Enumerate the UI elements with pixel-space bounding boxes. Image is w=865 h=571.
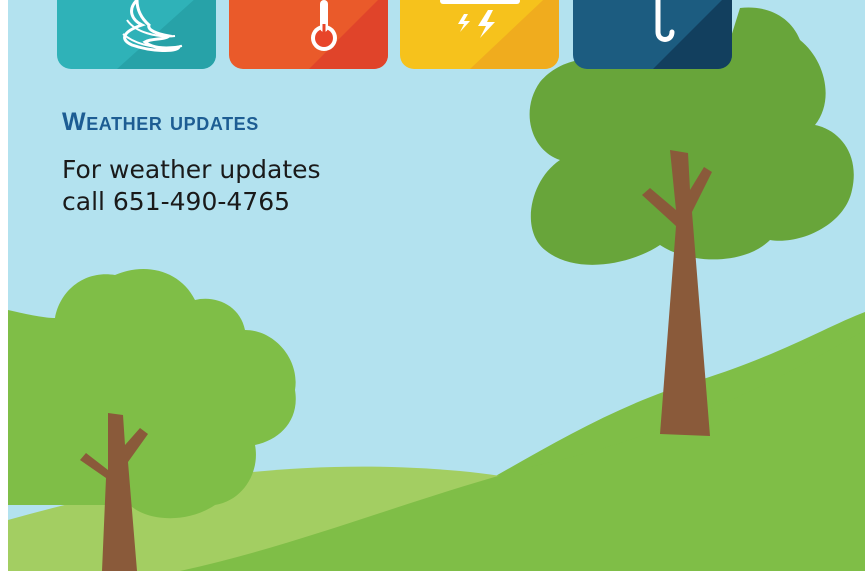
section-heading: Weather updates xyxy=(62,108,259,136)
info-line-phone: call 651-490-4765 xyxy=(62,187,291,216)
info-line-1: For weather updates xyxy=(62,155,321,184)
weather-updates-panel: Weather updates For weather updates call… xyxy=(0,0,865,571)
page-edge xyxy=(0,0,8,571)
phone-info-text: For weather updates call 651-490-4765 xyxy=(62,154,422,218)
storm-tile xyxy=(400,0,559,69)
landscape-illustration xyxy=(8,7,865,571)
thermometer-icon xyxy=(229,0,388,69)
heat-tile xyxy=(229,0,388,69)
umbrella-icon xyxy=(573,0,732,69)
lightning-icon xyxy=(400,0,559,69)
tornado-tile xyxy=(57,0,216,69)
right-tree-trunk xyxy=(642,150,712,436)
tornado-icon xyxy=(57,0,216,69)
rain-tile xyxy=(573,0,732,69)
